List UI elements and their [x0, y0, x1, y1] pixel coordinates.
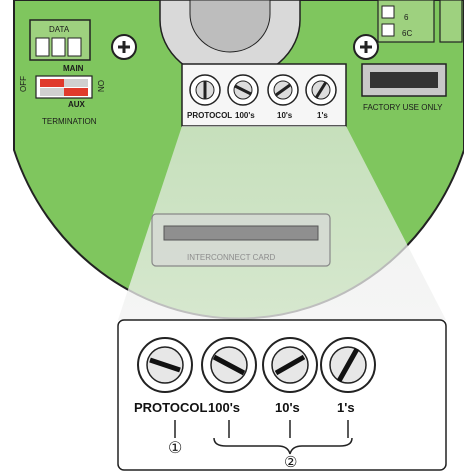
board-rotary-switch-100s[interactable] — [227, 74, 259, 106]
factory-use-label: FACTORY USE ONLY — [363, 103, 443, 112]
callout-1s-label: 1's — [337, 400, 355, 415]
board-rotary-switch-10s[interactable] — [267, 74, 299, 106]
callout-switch-10s[interactable] — [262, 337, 318, 393]
board-10s-label: 10's — [277, 111, 293, 120]
factory-connector — [361, 63, 447, 97]
callout-switch-protocol[interactable] — [137, 337, 193, 393]
connector-number-6c: 6C — [402, 29, 413, 38]
callout-10s-label: 10's — [275, 400, 300, 415]
callout-protocol-label: PROTOCOL — [134, 400, 208, 415]
callout-switch-1s[interactable] — [320, 337, 376, 393]
callout-100s-label: 100's — [208, 400, 241, 415]
board-100s-label: 100's — [235, 111, 255, 120]
connector-number-6: 6 — [404, 13, 409, 22]
board-1s-label: 1's — [317, 111, 328, 120]
off-label: OFF — [19, 76, 28, 92]
on-label: ON — [96, 80, 105, 92]
termination-caption: TERMINATION — [42, 117, 97, 126]
interconnect-label: INTERCONNECT CARD — [187, 253, 276, 262]
callout-switch-100s[interactable] — [201, 337, 257, 393]
data-label: DATA — [49, 25, 70, 34]
board-rotary-switch-1s[interactable] — [305, 74, 337, 106]
marker-2-icon: ② — [284, 454, 298, 471]
main-label: MAIN — [63, 64, 84, 73]
termination-switch[interactable] — [35, 75, 93, 99]
right-terminal-block — [377, 0, 463, 43]
marker-1-icon: ① — [168, 440, 183, 457]
board-rotary-switch-protocol[interactable] — [189, 74, 221, 106]
board-protocol-label: PROTOCOL — [187, 111, 233, 120]
aux-label: AUX — [68, 100, 85, 109]
screw-right-icon — [353, 34, 379, 60]
screw-left-icon — [111, 34, 137, 60]
